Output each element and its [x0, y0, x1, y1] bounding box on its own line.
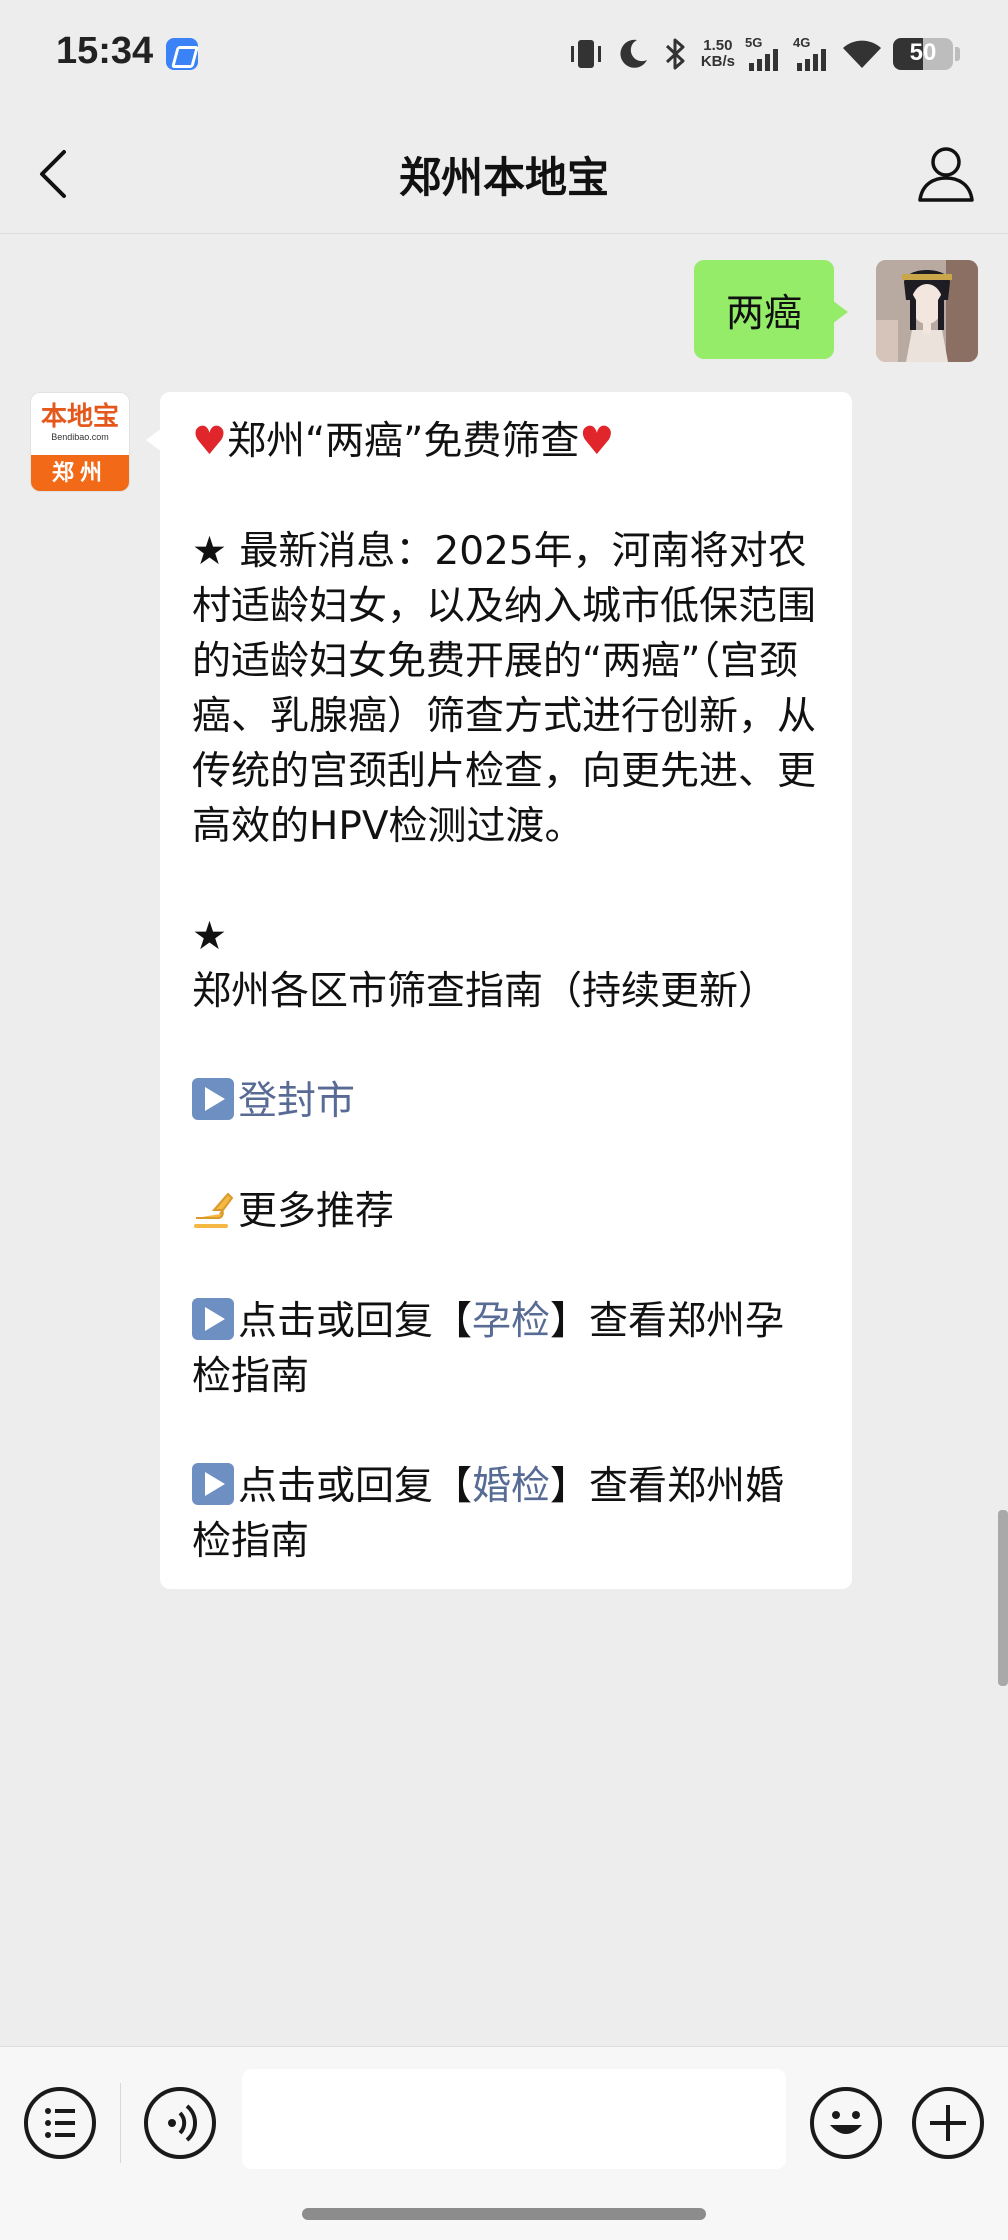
writing-hand-icon — [194, 1192, 234, 1228]
pregnancy-check-link[interactable]: 孕检 — [472, 1299, 550, 1344]
item2-prefix: 点击或回复【 — [238, 1464, 473, 1509]
news-text: 最新消息：2025年，河南将对农村适龄妇女，以及纳入城市低保范围的适龄妇女免费开… — [192, 529, 817, 849]
star-icon: ★ — [192, 529, 240, 574]
battery-level: 50 — [909, 39, 937, 66]
bot-city-label: 郑州 — [31, 455, 129, 491]
menu-list-glyph — [45, 2108, 75, 2138]
sim1-label: 5G — [745, 35, 763, 50]
play-icon — [192, 1463, 234, 1505]
vibrate-icon — [570, 40, 601, 68]
marriage-check-link[interactable]: 婚检 — [472, 1464, 550, 1509]
heart-icon: ♥ — [579, 419, 615, 464]
bot-logo-subtext: Bendibao.com — [51, 432, 109, 442]
emoji-glyph — [830, 2111, 862, 2134]
heading-text: 郑州“两癌”免费筛查 — [226, 419, 580, 464]
status-bar: 15:34 1.50 KB/s 5G 4G 50 — [0, 0, 1008, 110]
item1-prefix: 点击或回复【 — [238, 1299, 473, 1344]
heading-line: ♥郑州“两癌”免费筛查♥ — [192, 414, 822, 469]
plus-glyph — [930, 2105, 966, 2141]
voice-glyph — [168, 2104, 198, 2142]
outgoing-message-bubble[interactable]: 两癌 — [693, 260, 849, 359]
sim2-signal: 4G — [793, 35, 831, 73]
bot-logo-text: 本地宝 — [40, 402, 119, 432]
signal-bars-icon — [749, 49, 778, 71]
sim2-label: 4G — [793, 35, 811, 50]
star-icon: ★ — [192, 914, 227, 959]
voice-icon[interactable] — [144, 2087, 216, 2159]
net-speed-unit: KB/s — [700, 53, 735, 70]
heart-icon: ♥ — [192, 419, 227, 464]
title-bar: 郑州本地宝 — [0, 110, 1008, 234]
bot-avatar[interactable]: 本地宝 Bendibao.com 郑州 — [30, 392, 130, 492]
emoji-icon[interactable] — [810, 2087, 882, 2159]
app-notification-icon — [166, 38, 198, 70]
net-speed-value: 1.50 — [703, 37, 733, 54]
incoming-message-bubble: ♥郑州“两癌”免费筛查♥ ★ 最新消息：2025年，河南将对农村适龄妇女，以及纳… — [146, 392, 852, 1589]
play-icon — [192, 1078, 234, 1120]
guide-text: 郑州各区市筛查指南（持续更新） — [192, 969, 778, 1014]
outgoing-message-text: 两癌 — [725, 291, 802, 335]
marriage-check-line[interactable]: 点击或回复【婚检】查看郑州婚检指南 — [192, 1459, 822, 1569]
status-icons: 1.50 KB/s 5G 4G 50 — [567, 30, 960, 78]
home-indicator[interactable] — [302, 2208, 706, 2220]
battery-icon: 50 — [893, 38, 953, 70]
bluetooth-icon — [665, 38, 685, 70]
page-title: 郑州本地宝 — [398, 153, 609, 202]
more-text: 更多推荐 — [238, 1189, 395, 1234]
net-speed: 1.50 KB/s — [701, 38, 735, 70]
message-input[interactable] — [242, 2069, 786, 2169]
news-paragraph: ★ 最新消息：2025年，河南将对农村适龄妇女，以及纳入城市低保范围的适龄妇女免… — [192, 524, 822, 854]
dengfeng-link-line[interactable]: 登封市 — [192, 1074, 822, 1129]
more-recommend-line: 更多推荐 — [192, 1184, 822, 1239]
dengfeng-link[interactable]: 登封市 — [238, 1079, 355, 1124]
signal-bars-icon — [797, 49, 826, 71]
wifi-icon — [843, 40, 881, 68]
sim1-signal: 5G — [745, 35, 783, 73]
play-icon — [192, 1298, 234, 1340]
user-avatar-image — [876, 260, 978, 362]
person-icon[interactable] — [914, 144, 978, 204]
bot-logo: 本地宝 Bendibao.com — [31, 393, 129, 455]
guide-paragraph: ★ 郑州各区市筛查指南（持续更新） — [192, 909, 822, 1019]
moon-icon — [620, 39, 647, 68]
user-avatar[interactable] — [876, 260, 978, 362]
pregnancy-check-line[interactable]: 点击或回复【孕检】查看郑州孕检指南 — [192, 1294, 822, 1404]
scrollbar-thumb[interactable] — [998, 1510, 1008, 1686]
plus-icon[interactable] — [912, 2087, 984, 2159]
status-time: 15:34 — [56, 30, 154, 72]
menu-list-icon[interactable] — [24, 2087, 96, 2159]
